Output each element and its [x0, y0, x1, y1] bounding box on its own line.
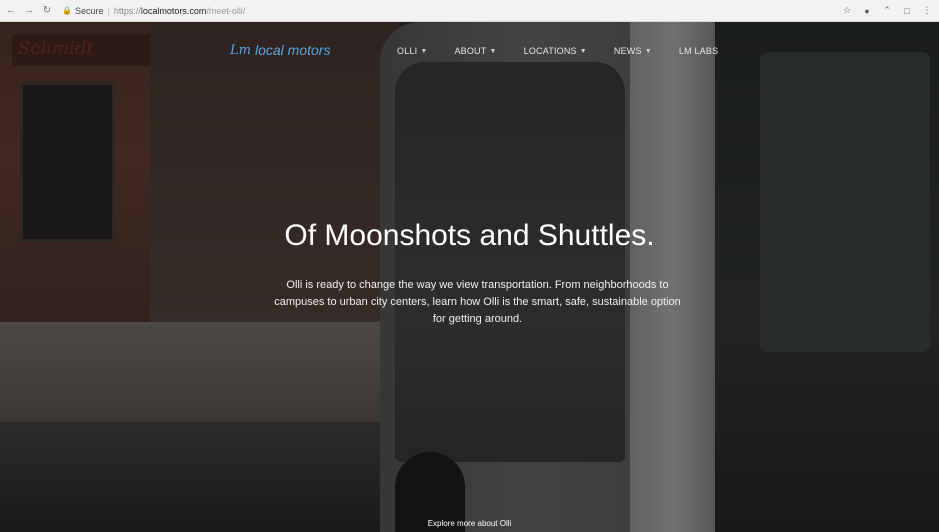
extension-icon[interactable]: ⌃	[881, 5, 893, 17]
explore-more-link[interactable]: Explore more about Olli	[0, 519, 939, 528]
url-path: /meet-olli/	[206, 5, 246, 16]
reload-icon[interactable]: ↻	[40, 4, 54, 18]
caret-down-icon: ▼	[644, 47, 652, 55]
url-host: localmotors.com	[140, 5, 207, 16]
hero-section: Schmidt Lm local motors OLLI ▼ ABOUT ▼ L…	[0, 22, 939, 532]
lock-icon: 🔒	[62, 6, 72, 15]
forward-icon[interactable]: →	[22, 4, 36, 18]
caret-down-icon: ▼	[489, 47, 497, 55]
hero-description: Olli is ready to change the way we view …	[274, 279, 681, 325]
address-bar[interactable]: 🔒 Secure | https:// localmotors.com /mee…	[62, 3, 245, 19]
url-scheme: https://	[113, 5, 141, 16]
star-icon[interactable]: ☆	[841, 5, 853, 17]
nav-item-news[interactable]: NEWS ▼	[614, 46, 652, 56]
browser-toolbar: ← → ↻ 🔒 Secure | https:// localmotors.co…	[0, 0, 939, 22]
hero-title: Of Moonshots and Shuttles.	[284, 219, 655, 252]
nav-item-label: NEWS	[613, 46, 642, 56]
caret-down-icon: ▼	[579, 47, 587, 55]
nav-item-label: LOCATIONS	[523, 46, 577, 56]
logo-text: local motors	[254, 42, 331, 58]
logo[interactable]: Lm local motors	[230, 42, 330, 58]
logo-mark-icon: Lm	[230, 42, 251, 58]
nav-item-label: LM LABS	[678, 46, 719, 56]
back-icon[interactable]: ←	[4, 4, 18, 18]
nav-item-label: ABOUT	[454, 46, 487, 56]
extension-icon[interactable]: □	[901, 5, 913, 17]
secure-label: Secure	[74, 5, 104, 16]
nav-item-lm-labs[interactable]: LM LABS	[679, 46, 718, 56]
browser-actions: ☆ ● ⌃ □ ⋮	[833, 5, 939, 17]
site-navigation: Lm local motors OLLI ▼ ABOUT ▼ LOCATIONS…	[0, 22, 939, 72]
nav-menu: OLLI ▼ ABOUT ▼ LOCATIONS ▼ NEWS ▼ LM LAB…	[397, 46, 718, 56]
nav-item-olli[interactable]: OLLI ▼	[397, 46, 427, 56]
menu-icon[interactable]: ⋮	[921, 5, 933, 17]
url-separator: |	[107, 5, 110, 16]
nav-item-about[interactable]: ABOUT ▼	[454, 46, 496, 56]
caret-down-icon: ▼	[420, 47, 428, 55]
nav-item-label: OLLI	[397, 46, 418, 56]
nav-item-locations[interactable]: LOCATIONS ▼	[524, 46, 587, 56]
extension-icon[interactable]: ●	[861, 5, 873, 17]
